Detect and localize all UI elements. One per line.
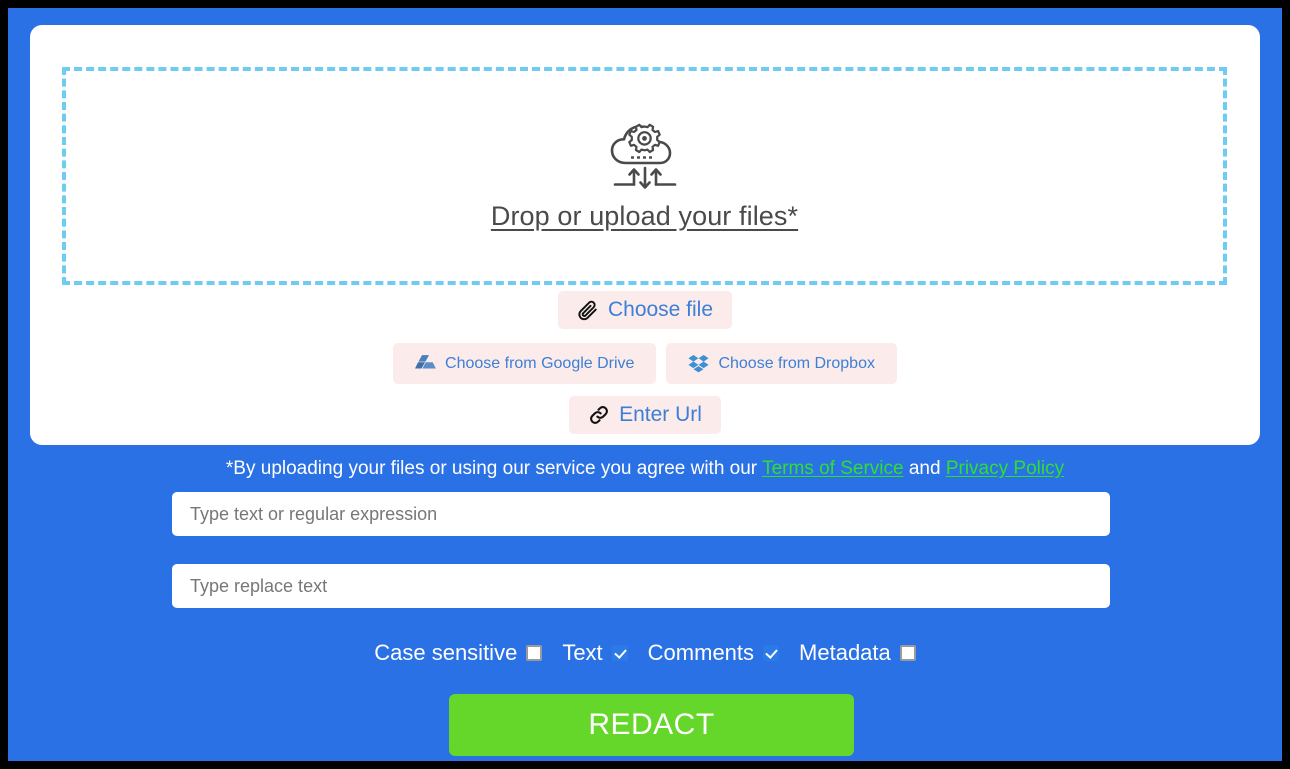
enter-url-label: Enter Url [619, 403, 702, 426]
source-row-cloud: Choose from Google Drive Choose from Dro… [30, 343, 1260, 384]
option-comments-label: Comments [647, 640, 755, 665]
option-metadata[interactable]: Metadata [799, 640, 916, 666]
option-metadata-label: Metadata [799, 640, 891, 665]
search-text-input[interactable] [172, 492, 1110, 536]
checkbox-case-sensitive[interactable] [526, 645, 543, 661]
google-drive-button[interactable]: Choose from Google Drive [393, 343, 657, 384]
terms-of-service-link[interactable]: Terms of Service [762, 458, 903, 479]
option-case-sensitive[interactable]: Case sensitive [374, 640, 543, 666]
link-icon [588, 404, 610, 426]
paperclip-icon [577, 299, 599, 321]
checkbox-metadata[interactable] [899, 645, 916, 661]
option-text-label: Text [562, 640, 603, 665]
app-frame: Drop or upload your files* Choose file C… [8, 8, 1282, 761]
privacy-policy-link[interactable]: Privacy Policy [946, 458, 1064, 479]
dropbox-button[interactable]: Choose from Dropbox [666, 343, 897, 384]
dropbox-label: Choose from Dropbox [718, 354, 875, 372]
replace-text-input[interactable] [172, 564, 1110, 608]
google-drive-icon [415, 354, 436, 373]
option-case-sensitive-label: Case sensitive [374, 640, 518, 665]
dropbox-icon [688, 354, 710, 373]
options-row: Case sensitive Text Comments Metadata [8, 640, 1282, 666]
enter-url-button[interactable]: Enter Url [569, 396, 721, 434]
terms-disclaimer: *By uploading your files or using our se… [8, 456, 1282, 482]
source-row-url: Enter Url [30, 396, 1260, 434]
disclaimer-prefix: *By uploading your files or using our se… [225, 458, 763, 479]
upload-card: Drop or upload your files* Choose file C… [30, 25, 1260, 445]
choose-file-button[interactable]: Choose file [557, 291, 733, 329]
dropzone-label: Drop or upload your files* [490, 200, 799, 231]
google-drive-label: Choose from Google Drive [445, 354, 635, 372]
file-dropzone[interactable]: Drop or upload your files* [62, 67, 1227, 285]
redact-button[interactable]: REDACT [449, 694, 854, 756]
choose-file-label: Choose file [607, 298, 714, 321]
option-text[interactable]: Text [562, 640, 628, 666]
source-row-primary: Choose file [30, 291, 1260, 329]
cloud-upload-gear-icon [610, 123, 676, 189]
disclaimer-conjunction: and [903, 458, 946, 479]
checkbox-text[interactable] [611, 645, 628, 661]
option-comments[interactable]: Comments [647, 640, 780, 666]
checkbox-comments[interactable] [763, 645, 780, 661]
